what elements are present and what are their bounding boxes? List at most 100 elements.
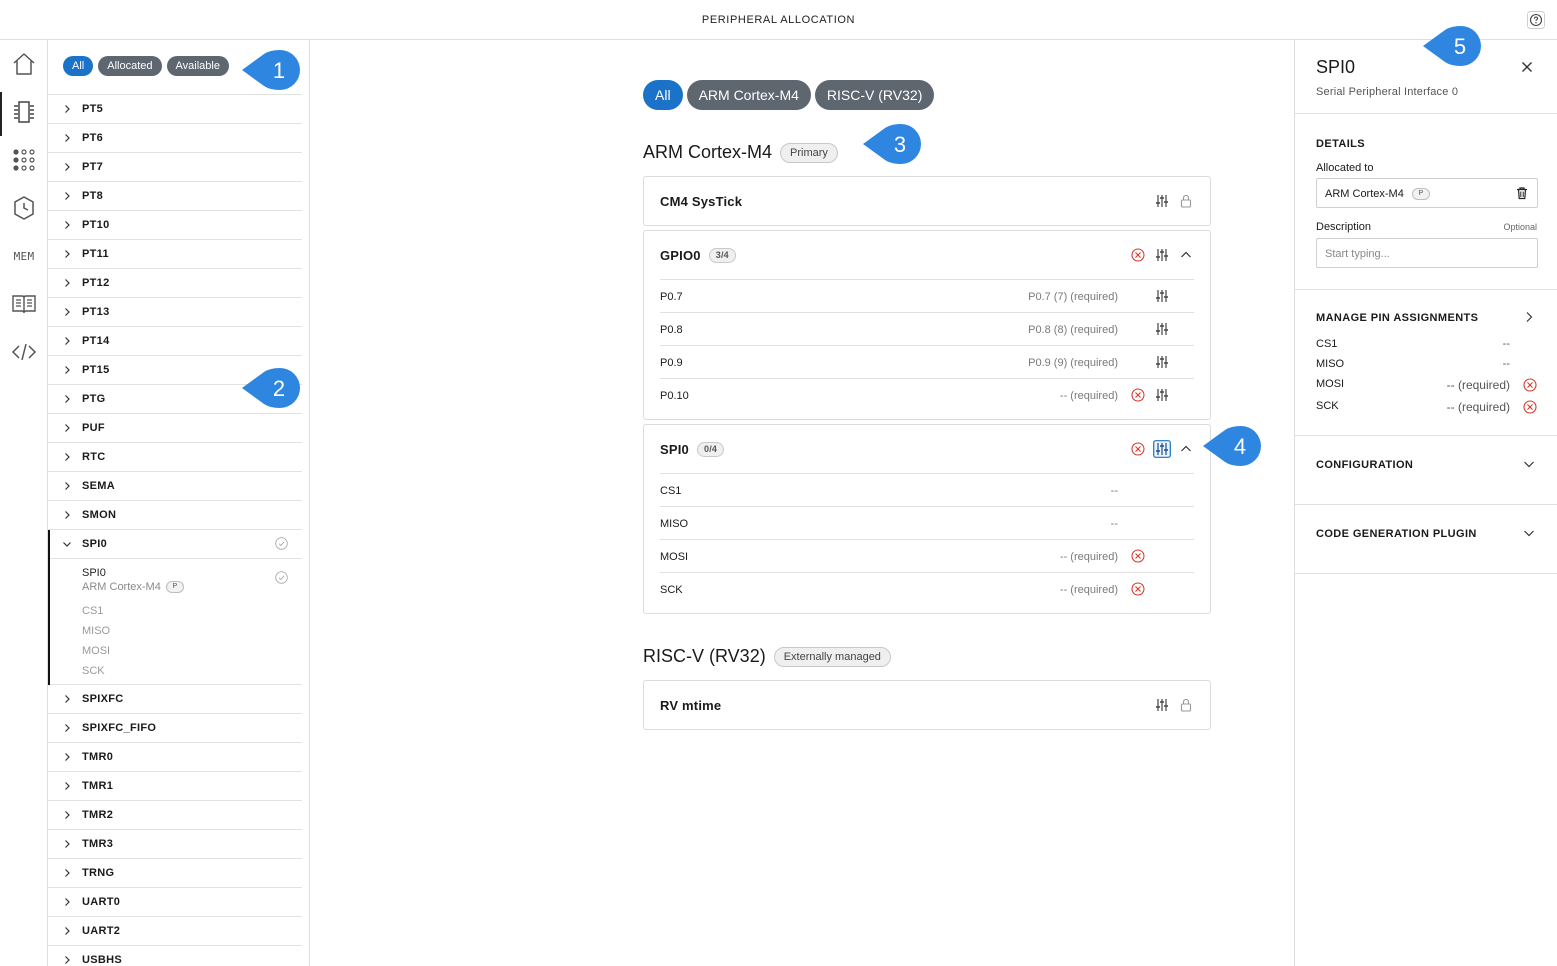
settings-sliders-icon[interactable] [1155, 698, 1169, 712]
pin-assignment-sck[interactable]: SCK -- (required) [1316, 400, 1538, 416]
chevron-down-icon[interactable] [1523, 527, 1535, 539]
tree-item-pt13[interactable]: PT13 [48, 298, 302, 327]
tree-sub-allocation[interactable]: SPI0 ARM Cortex-M4 P CS1 MISO MOSI SCK [50, 559, 302, 685]
trash-icon[interactable] [1515, 186, 1529, 200]
error-circle-icon[interactable] [1131, 442, 1145, 456]
tree-item-pt11[interactable]: PT11 [48, 240, 302, 269]
chevron-right-icon[interactable] [62, 723, 72, 733]
chevron-right-icon[interactable] [62, 191, 72, 201]
tree-item-rtc[interactable]: RTC [48, 443, 302, 472]
core-filter-all-button[interactable]: All [643, 80, 683, 110]
chevron-right-icon[interactable] [62, 162, 72, 172]
tree-item-tmr2[interactable]: TMR2 [48, 801, 302, 830]
description-input[interactable]: Start typing... [1316, 238, 1538, 268]
settings-sliders-icon[interactable] [1153, 440, 1171, 458]
settings-sliders-icon[interactable] [1155, 248, 1169, 262]
chevron-right-icon[interactable] [62, 926, 72, 936]
docs-icon[interactable] [10, 290, 38, 318]
close-icon[interactable] [1521, 61, 1533, 73]
tree-item-pt7[interactable]: PT7 [48, 153, 302, 182]
memory-icon[interactable]: MEM [10, 242, 38, 270]
settings-sliders-icon[interactable] [1155, 322, 1169, 336]
chevron-down-icon[interactable] [1523, 458, 1535, 470]
filter-available-button[interactable]: Available [166, 56, 229, 76]
pin-row-sck[interactable]: SCK -- (required) [660, 572, 1194, 605]
settings-sliders-icon[interactable] [1155, 388, 1169, 402]
tree-item-pt10[interactable]: PT10 [48, 211, 302, 240]
pin-row-p0-10[interactable]: P0.10 -- (required) [660, 378, 1194, 411]
tree-item-pt14[interactable]: PT14 [48, 327, 302, 356]
pin-row-p0-7[interactable]: P0.7 P0.7 (7) (required) [660, 279, 1194, 312]
chevron-right-icon[interactable] [62, 781, 72, 791]
card-header[interactable]: CM4 SysTick [644, 177, 1210, 225]
code-icon[interactable] [10, 338, 38, 366]
error-circle-icon[interactable] [1131, 549, 1145, 563]
chevron-right-icon[interactable] [62, 897, 72, 907]
tree-item-spixfc-fifo[interactable]: SPIXFC_FIFO [48, 714, 302, 743]
chevron-right-icon[interactable] [62, 336, 72, 346]
pin-assignment-cs1[interactable]: CS1 -- [1316, 338, 1538, 354]
tree-item-pt8[interactable]: PT8 [48, 182, 302, 211]
core-filter-cm4-button[interactable]: ARM Cortex-M4 [686, 80, 811, 110]
chevron-down-icon[interactable] [62, 539, 72, 549]
filter-all-button[interactable]: All [63, 56, 94, 76]
chevron-right-icon[interactable] [62, 752, 72, 762]
manage-pin-assignments-heading[interactable]: MANAGE PIN ASSIGNMENTS [1316, 312, 1478, 324]
pin-config-icon[interactable] [10, 146, 38, 174]
peripheral-allocation-icon[interactable] [10, 98, 38, 126]
chevron-right-icon[interactable] [62, 955, 72, 965]
chevron-right-icon[interactable] [62, 810, 72, 820]
tree-item-usbhs[interactable]: USBHS [48, 946, 302, 966]
tree-item-pt12[interactable]: PT12 [48, 269, 302, 298]
chevron-up-icon[interactable] [1179, 248, 1193, 262]
tree-item-smon[interactable]: SMON [48, 501, 302, 530]
chevron-right-icon[interactable] [62, 307, 72, 317]
chevron-right-icon[interactable] [62, 365, 72, 375]
tree-item-spi0[interactable]: SPI0 [50, 530, 302, 559]
chevron-right-icon[interactable] [62, 868, 72, 878]
error-circle-icon[interactable] [1523, 400, 1537, 414]
tree-item-spixfc[interactable]: SPIXFC [48, 685, 302, 714]
error-circle-icon[interactable] [1523, 378, 1537, 392]
pin-row-miso[interactable]: MISO -- [660, 506, 1194, 539]
chevron-right-icon[interactable] [62, 452, 72, 462]
tree-item-pt6[interactable]: PT6 [48, 124, 302, 153]
tree-item-puf[interactable]: PUF [48, 414, 302, 443]
chevron-right-icon[interactable] [1523, 311, 1535, 323]
card-header[interactable]: GPIO0 3/4 [644, 231, 1210, 279]
chevron-right-icon[interactable] [62, 249, 72, 259]
chevron-right-icon[interactable] [62, 481, 72, 491]
settings-sliders-icon[interactable] [1155, 194, 1169, 208]
chevron-up-icon[interactable] [1179, 442, 1193, 456]
chevron-right-icon[interactable] [62, 220, 72, 230]
tree-item-pt5[interactable]: PT5 [48, 95, 302, 124]
tree-item-tmr3[interactable]: TMR3 [48, 830, 302, 859]
pin-row-p0-9[interactable]: P0.9 P0.9 (9) (required) [660, 345, 1194, 378]
code-generation-plugin-heading[interactable]: CODE GENERATION PLUGIN [1316, 528, 1477, 540]
error-circle-icon[interactable] [1131, 248, 1145, 262]
chevron-right-icon[interactable] [62, 394, 72, 404]
error-circle-icon[interactable] [1131, 388, 1145, 402]
chevron-right-icon[interactable] [62, 510, 72, 520]
card-header[interactable]: RV mtime [644, 681, 1210, 729]
pin-row-mosi[interactable]: MOSI -- (required) [660, 539, 1194, 572]
chevron-right-icon[interactable] [62, 133, 72, 143]
tree-item-tmr1[interactable]: TMR1 [48, 772, 302, 801]
core-filter-rv32-button[interactable]: RISC-V (RV32) [814, 80, 935, 110]
error-circle-icon[interactable] [1131, 582, 1145, 596]
settings-sliders-icon[interactable] [1155, 355, 1169, 369]
configuration-heading[interactable]: CONFIGURATION [1316, 459, 1413, 471]
pin-row-cs1[interactable]: CS1 -- [660, 473, 1194, 506]
chevron-right-icon[interactable] [62, 694, 72, 704]
chevron-right-icon[interactable] [62, 423, 72, 433]
tree-item-uart2[interactable]: UART2 [48, 917, 302, 946]
card-header[interactable]: SPI0 0/4 [644, 425, 1210, 473]
chevron-right-icon[interactable] [62, 839, 72, 849]
help-circle-icon[interactable] [1527, 11, 1545, 29]
home-icon[interactable] [10, 50, 38, 78]
tree-item-trng[interactable]: TRNG [48, 859, 302, 888]
clock-config-icon[interactable] [10, 194, 38, 222]
chevron-right-icon[interactable] [62, 104, 72, 114]
tree-item-tmr0[interactable]: TMR0 [48, 743, 302, 772]
filter-allocated-button[interactable]: Allocated [98, 56, 162, 76]
